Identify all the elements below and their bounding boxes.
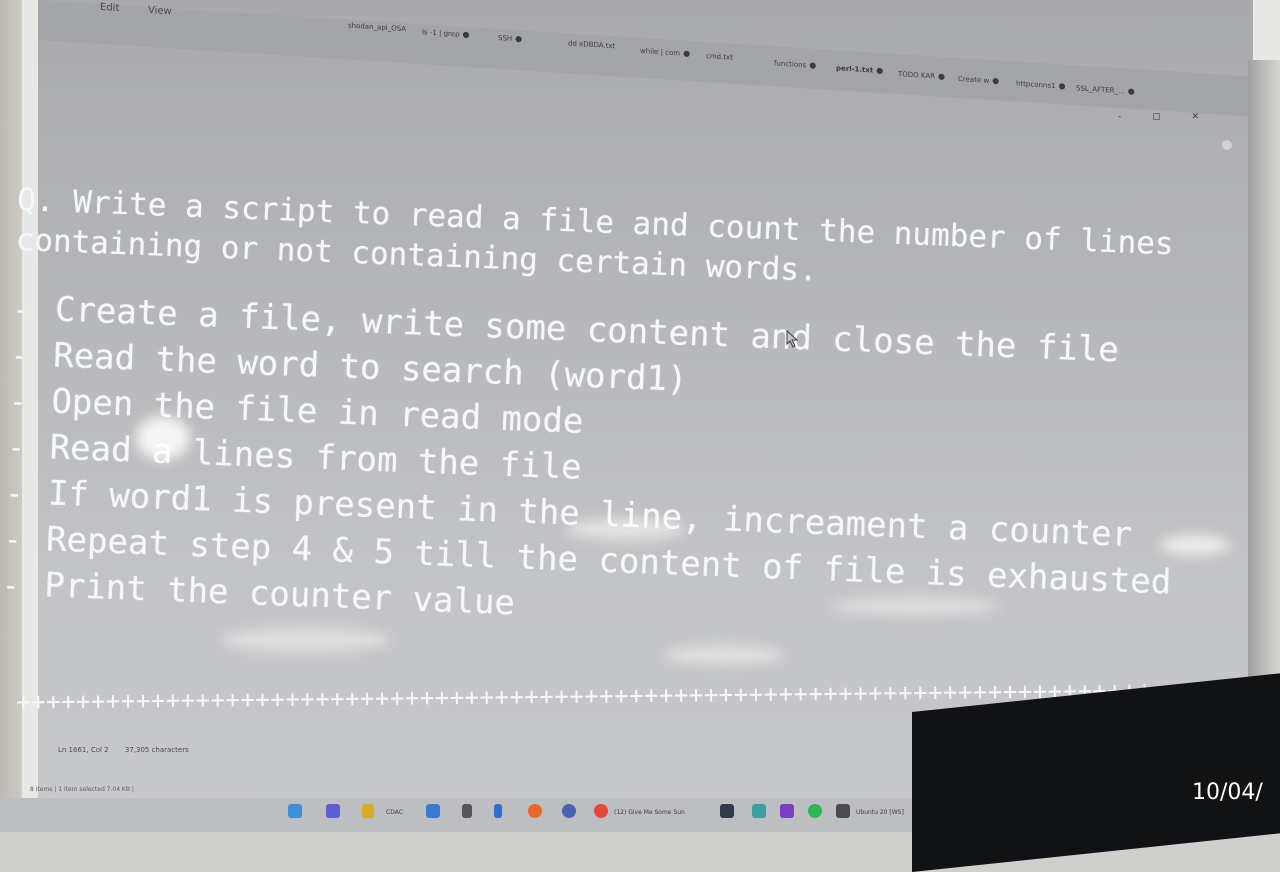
- cursor-position: Ln 1661, Col 2: [58, 746, 109, 754]
- tab-shodan[interactable]: shodan_api_OSA: [348, 22, 406, 34]
- firefox-icon[interactable]: [528, 804, 542, 818]
- tab-perl[interactable]: perl-1.txt ●: [836, 63, 883, 75]
- window-controls[interactable]: - ▢ ✕: [1118, 112, 1213, 122]
- settings-icon[interactable]: [1222, 140, 1232, 150]
- tab-ssh[interactable]: SSH ●: [498, 33, 522, 44]
- menu-edit[interactable]: Edit: [100, 2, 119, 14]
- taskbar-browser-label[interactable]: (12) Give Me Some Sun: [614, 809, 685, 816]
- board-edge: [1248, 60, 1280, 760]
- tab-functions[interactable]: functions ●: [774, 58, 816, 70]
- document-icon[interactable]: [462, 804, 472, 818]
- tab-edbda[interactable]: dd eDBDA.txt: [568, 39, 615, 50]
- editor-status-bar: Ln 1661, Col 2 37,305 characters: [58, 746, 203, 754]
- tab-ssl-after[interactable]: SSL_AFTER_... ●: [1076, 83, 1135, 96]
- glare-spot: [220, 628, 390, 652]
- glare-spot: [136, 416, 190, 460]
- vm-icon[interactable]: [836, 804, 850, 818]
- photo-timestamp: 10/04/: [1192, 780, 1263, 805]
- tab-create[interactable]: Create w ●: [958, 74, 999, 86]
- folder-icon[interactable]: [362, 804, 374, 818]
- explorer-status: 8 items | 1 item selected 7.04 KB |: [30, 786, 134, 793]
- tab-todo[interactable]: TODO KAR ●: [898, 69, 945, 81]
- menu-view[interactable]: View: [148, 5, 172, 17]
- tab-httpconns[interactable]: httpconns1 ●: [1016, 79, 1065, 91]
- chrome-icon[interactable]: [594, 804, 608, 818]
- terminal-icon[interactable]: [720, 804, 734, 818]
- steps-list: - Create a file, write some content and c…: [2, 286, 1193, 653]
- tab-grep[interactable]: ls -1 | grep ●: [422, 27, 470, 39]
- tab-bar: Edit View shodan_api_OSA ls -1 | grep ● S…: [38, 0, 1253, 117]
- tab-cmd[interactable]: cmd.txt: [706, 52, 733, 62]
- glare-spot: [664, 646, 784, 664]
- teams-icon[interactable]: [326, 804, 340, 818]
- calculator-icon[interactable]: [752, 804, 766, 818]
- glare-spot: [830, 596, 1000, 616]
- taskbar-cdac-label[interactable]: CDAC: [386, 809, 403, 816]
- app-icon[interactable]: [426, 804, 440, 818]
- mouse-cursor-icon: [786, 330, 799, 348]
- glare-spot: [566, 518, 686, 540]
- character-count: 37,305 characters: [124, 746, 189, 754]
- glare-spot: [1160, 535, 1230, 555]
- taskbar-ubuntu-label[interactable]: Ubuntu 20 [WS]: [856, 809, 904, 816]
- spotify-icon[interactable]: [808, 804, 822, 818]
- onenote-icon[interactable]: [780, 804, 794, 818]
- editor-text[interactable]: Q. Write a script to read a file and cou…: [2, 180, 1198, 653]
- tab-while[interactable]: while | com ●: [640, 46, 690, 58]
- phone-icon[interactable]: [494, 804, 502, 818]
- start-icon[interactable]: [288, 804, 302, 818]
- vpn-icon[interactable]: [562, 804, 576, 818]
